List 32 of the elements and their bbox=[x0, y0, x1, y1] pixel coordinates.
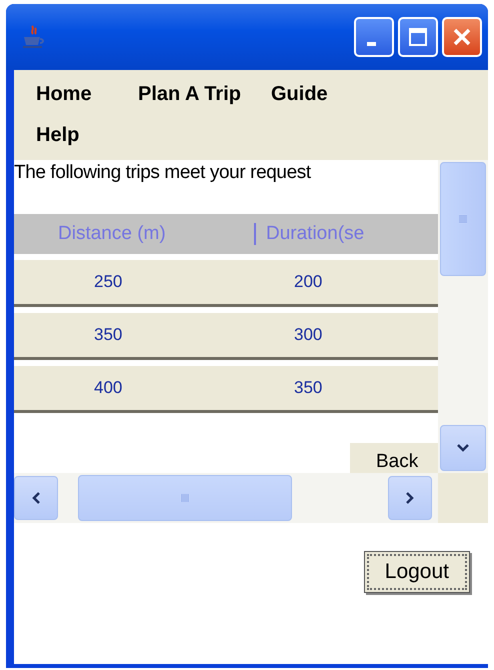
coffee-cup-icon bbox=[20, 24, 46, 50]
menu-item[interactable]: Plan A Trip bbox=[128, 74, 251, 115]
scroll-left-button[interactable] bbox=[14, 476, 58, 520]
minimize-button[interactable] bbox=[354, 17, 394, 57]
grip-icon bbox=[180, 493, 190, 503]
scroll-down-button[interactable] bbox=[440, 425, 486, 471]
table-cell-text: 350 bbox=[93, 325, 124, 345]
minimize-icon bbox=[366, 42, 376, 46]
menu-item[interactable]: Guide bbox=[260, 74, 338, 115]
chevron-left-icon bbox=[31, 491, 41, 505]
grip-icon bbox=[458, 214, 468, 224]
back-button[interactable]: Back bbox=[350, 443, 438, 473]
message-text: The following trips meet your request bbox=[14, 162, 312, 184]
chevron-right-icon bbox=[405, 491, 415, 505]
close-button[interactable] bbox=[442, 17, 482, 57]
scrollbar-corner bbox=[438, 473, 488, 523]
table-cell: 300 bbox=[294, 325, 322, 345]
scroll-right-button[interactable] bbox=[388, 476, 432, 520]
menu-item[interactable]: Home bbox=[26, 74, 118, 115]
scroll-thumb[interactable] bbox=[440, 162, 486, 276]
table-row[interactable]: 400 350 bbox=[14, 366, 438, 413]
table-cell: 350 bbox=[294, 378, 322, 398]
menu-item[interactable]: Help bbox=[26, 115, 90, 156]
scroll-thumb[interactable] bbox=[78, 475, 292, 521]
table-cell-text: 400 bbox=[93, 378, 124, 398]
table-row[interactable]: 350 300 bbox=[14, 313, 438, 360]
table-row[interactable]: 250 200 bbox=[14, 260, 438, 307]
logout-button[interactable]: Logout bbox=[364, 551, 470, 593]
table-cell: 200 bbox=[294, 272, 322, 292]
maximize-button[interactable] bbox=[398, 17, 438, 57]
chevron-down-icon bbox=[456, 443, 470, 453]
table-cell-text: 250 bbox=[93, 272, 124, 292]
